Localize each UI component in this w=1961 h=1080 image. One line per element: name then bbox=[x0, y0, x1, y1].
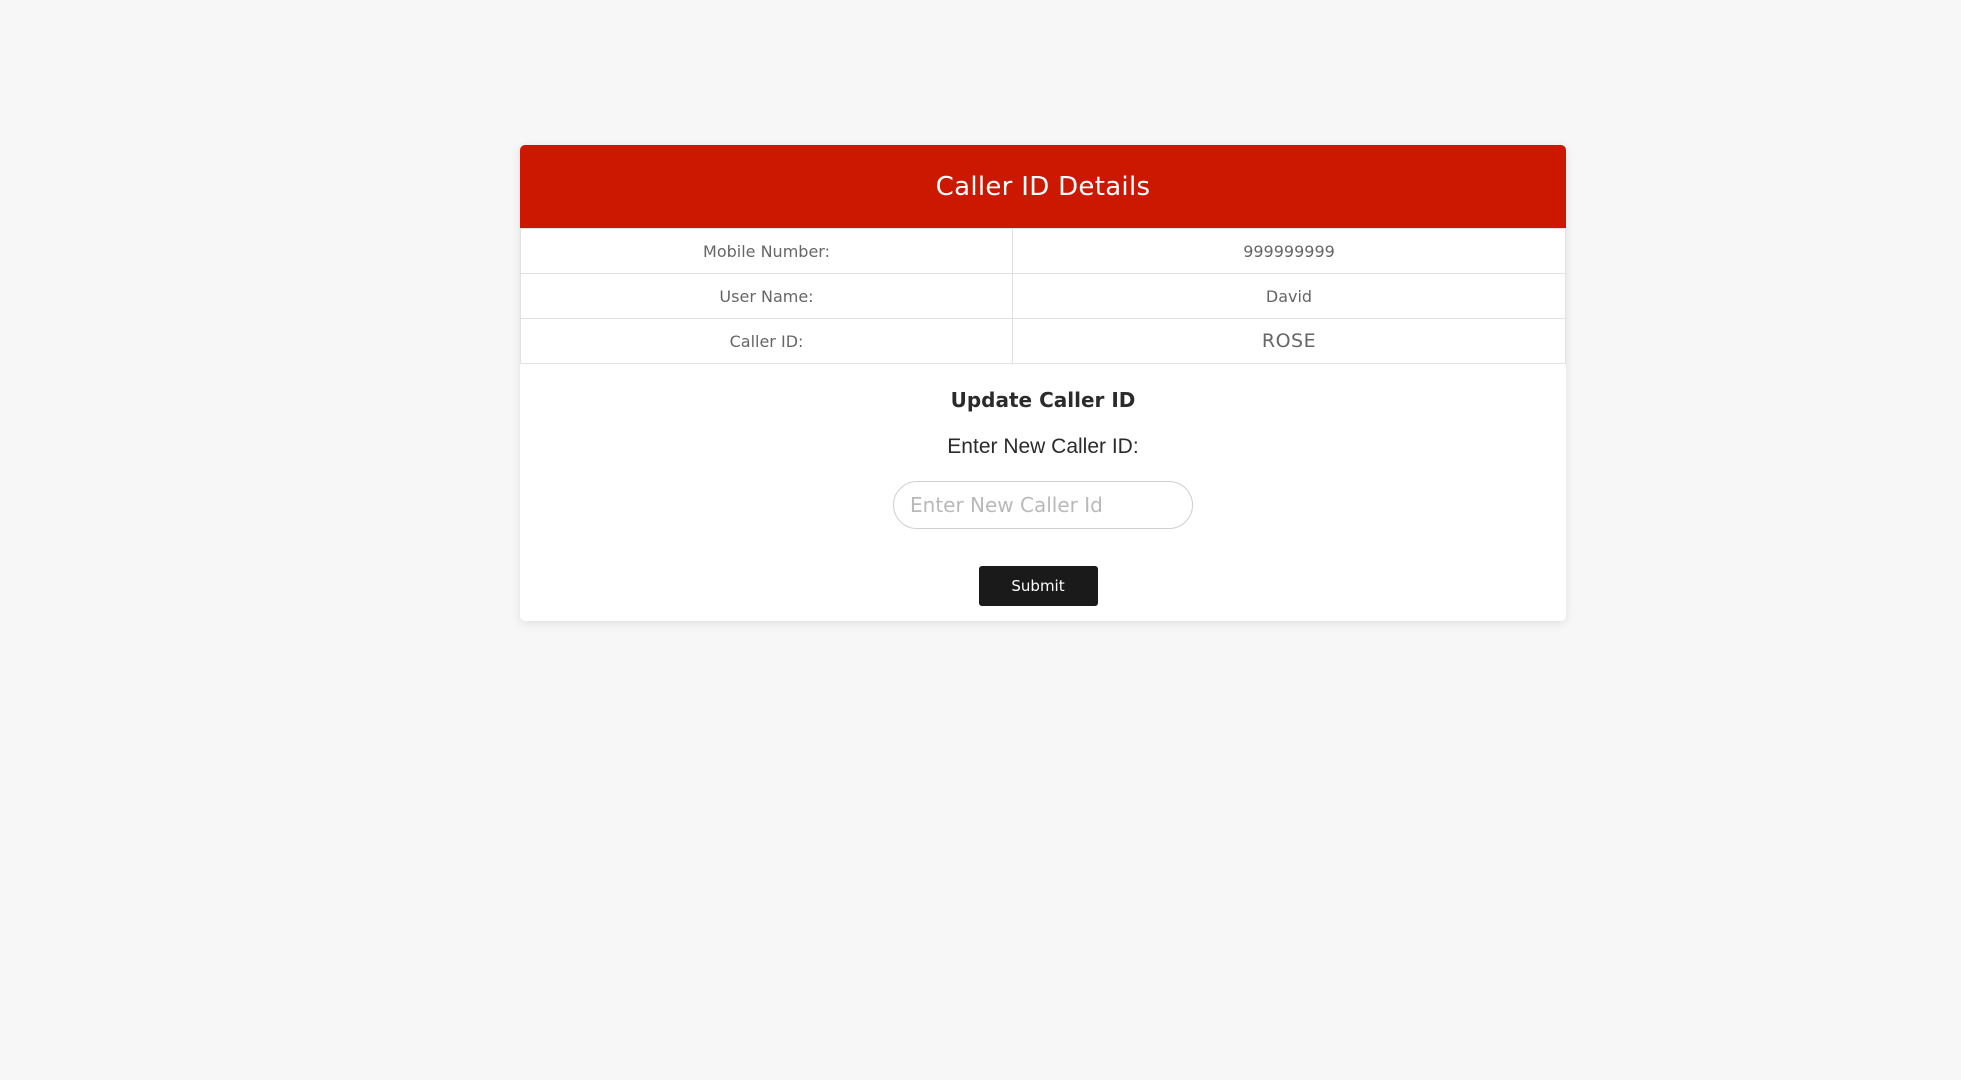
details-table: Mobile Number: 999999999 User Name: Davi… bbox=[520, 228, 1566, 364]
caller-id-card: Caller ID Details Mobile Number: 9999999… bbox=[520, 145, 1566, 621]
table-row-mobile-number: Mobile Number: 999999999 bbox=[520, 228, 1566, 274]
table-row-caller-id: Caller ID: ROSE bbox=[520, 318, 1566, 364]
new-caller-id-label: Enter New Caller ID: bbox=[947, 435, 1139, 458]
mobile-number-value: 999999999 bbox=[1012, 228, 1566, 274]
table-row-user-name: User Name: David bbox=[520, 273, 1566, 319]
update-title: Update Caller ID bbox=[950, 388, 1136, 412]
user-name-label: User Name: bbox=[520, 273, 1013, 319]
mobile-number-label: Mobile Number: bbox=[520, 228, 1013, 274]
user-name-value: David bbox=[1012, 273, 1566, 319]
caller-id-label: Caller ID: bbox=[520, 318, 1013, 364]
submit-button[interactable]: Submit bbox=[978, 566, 1098, 606]
caller-id-value: ROSE bbox=[1012, 318, 1566, 364]
button-wrapper: Submit bbox=[520, 566, 1566, 606]
card-header: Caller ID Details bbox=[520, 145, 1566, 228]
input-wrapper bbox=[520, 481, 1566, 529]
page-title: Caller ID Details bbox=[935, 171, 1151, 202]
new-caller-id-input[interactable] bbox=[893, 481, 1193, 529]
update-caller-id-section: Update Caller ID Enter New Caller ID: Su… bbox=[520, 387, 1566, 606]
